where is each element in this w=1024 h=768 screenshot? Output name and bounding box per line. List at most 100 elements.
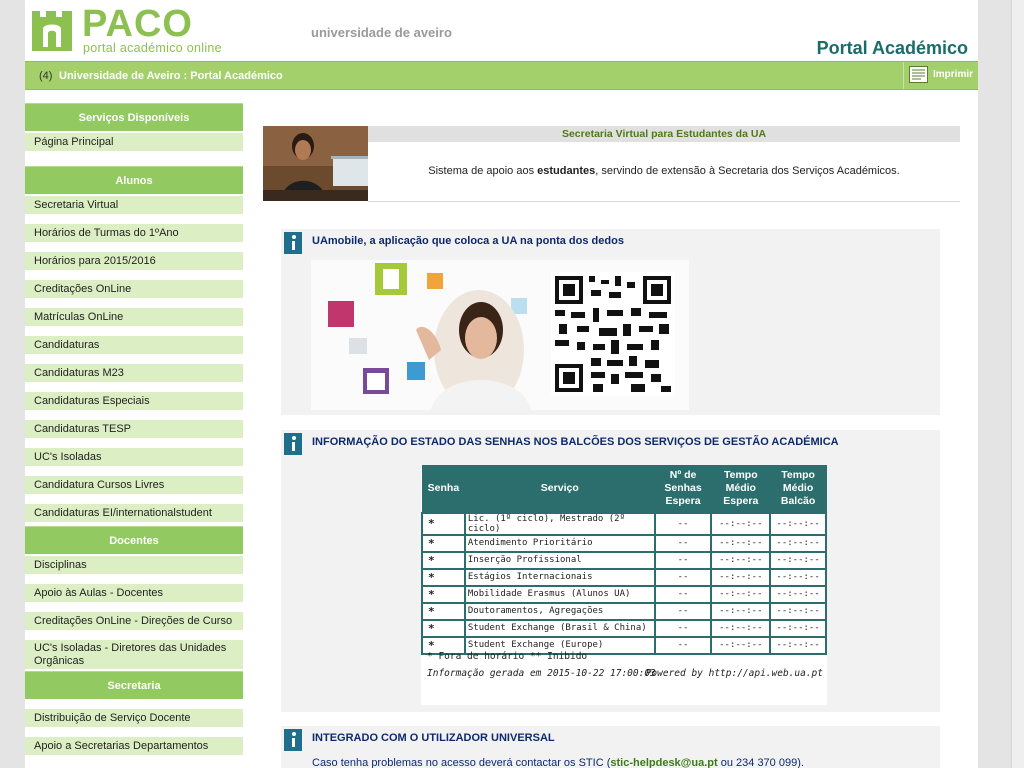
paco-logo-icon xyxy=(32,11,72,51)
uamobile-title: UAmobile, a aplicação que coloca a UA na… xyxy=(312,235,624,247)
cell-servico: Inserção Profissional xyxy=(463,550,656,570)
col-senhas-espera: Nº de Senhas Espera xyxy=(654,465,712,513)
page: PACO portal académico online universidad… xyxy=(25,0,978,768)
sv-desc-bold: estudantes xyxy=(537,165,596,177)
cell-servico: Student Exchange (Brasil & China) xyxy=(463,618,656,638)
table-row: * Student Exchange (Brasil & China) -- --:-… xyxy=(421,618,827,638)
table-row: * Inserção Profissional -- --:--:-- --:--:-- xyxy=(421,550,827,570)
cell-tempo-balcao: --:--:-- xyxy=(769,567,827,587)
printer-icon xyxy=(909,66,928,83)
senhas-panel: INFORMAÇÃO DO ESTADO DAS SENHAS NOS BALC… xyxy=(281,430,940,712)
sidebar-item-internationalstudent[interactable]: Candidaturas EI/internationalstudent xyxy=(25,504,243,523)
university-name[interactable]: universidade de aveiro xyxy=(311,25,452,40)
print-button[interactable]: Imprimir xyxy=(903,62,978,89)
col-senha: Senha xyxy=(421,465,466,513)
print-label: Imprimir xyxy=(933,69,974,80)
sidebar-item-apoio-secretarias[interactable]: Apoio a Secretarias Departamentos xyxy=(25,737,243,756)
cell-senha: * xyxy=(421,533,466,553)
secretaria-virtual-description: Sistema de apoio aos estudantes, servind… xyxy=(368,142,960,202)
sidebar-item-secretaria-virtual[interactable]: Secretaria Virtual xyxy=(25,196,243,215)
utilizador-text-end: ou 234 370 099). xyxy=(717,757,804,768)
sidebar-item-matriculas[interactable]: Matrículas OnLine xyxy=(25,308,243,327)
senhas-table-wrap: Senha Serviço Nº de Senhas Espera Tempo … xyxy=(421,465,827,705)
cell-espera: -- xyxy=(653,550,713,570)
sidebar-item-creditacoes[interactable]: Creditações OnLine xyxy=(25,280,243,299)
cell-tempo-balcao: --:--:-- xyxy=(769,550,827,570)
qr-code-icon xyxy=(551,272,675,396)
sidebar-section-docentes: Docentes xyxy=(25,526,243,554)
sidebar-item-pagina-principal[interactable]: Página Principal xyxy=(25,133,243,152)
cell-espera: -- xyxy=(653,635,713,655)
sv-desc-text: Sistema de apoio aos xyxy=(428,165,538,177)
sidebar-item-candidaturas-especiais[interactable]: Candidaturas Especiais xyxy=(25,392,243,411)
sidebar-section-servicos: Serviços Disponíveis xyxy=(25,103,243,131)
sidebar: Serviços Disponíveis Página Principal Al… xyxy=(25,103,243,765)
secretaria-virtual-box[interactable]: Secretaria Virtual para Estudantes da UA… xyxy=(263,126,960,202)
scrollbar[interactable] xyxy=(1011,0,1024,768)
cell-senha: * xyxy=(421,511,466,536)
cell-espera: -- xyxy=(653,567,713,587)
table-row: * Atendimento Prioritário -- --:--:-- --:--:… xyxy=(421,533,827,553)
sidebar-item-candidaturas-m23[interactable]: Candidaturas M23 xyxy=(25,364,243,383)
sidebar-item-cursos-livres[interactable]: Candidatura Cursos Livres xyxy=(25,476,243,495)
breadcrumb[interactable]: Universidade de Aveiro : Portal Académic… xyxy=(59,70,283,82)
sidebar-item-distribuicao[interactable]: Distribuição de Serviço Docente xyxy=(25,709,243,728)
cell-tempo-espera: --:--:-- xyxy=(710,511,772,536)
cell-tempo-balcao: --:--:-- xyxy=(769,618,827,638)
sidebar-item-apoio-aulas[interactable]: Apoio às Aulas - Docentes xyxy=(25,584,243,603)
cell-senha: * xyxy=(421,567,466,587)
uamobile-panel: UAmobile, a aplicação que coloca a UA na… xyxy=(281,229,940,415)
cell-tempo-balcao: --:--:-- xyxy=(769,584,827,604)
breadcrumb-bar: (4) Universidade de Aveiro : Portal Acad… xyxy=(25,61,978,90)
table-row: * Mobilidade Erasmus (Alunos UA) -- --:--:-… xyxy=(421,584,827,604)
sidebar-item-ucs-isoladas[interactable]: UC's Isoladas xyxy=(25,448,243,467)
secretaria-virtual-title[interactable]: Secretaria Virtual para Estudantes da UA xyxy=(368,126,960,142)
sidebar-item-horarios-1ano[interactable]: Horários de Turmas do 1ºAno xyxy=(25,224,243,243)
logo-word: PACO xyxy=(82,3,193,45)
senhas-generated: Informação gerada em 2015-10-22 17:00:03 xyxy=(427,668,656,679)
sidebar-item-candidaturas-tesp[interactable]: Candidaturas TESP xyxy=(25,420,243,439)
senhas-powered[interactable]: Powered by http://api.web.ua.pt xyxy=(646,668,823,679)
utilizador-text-start: Caso tenha problemas no acesso deverá co… xyxy=(312,757,611,768)
cell-servico: Mobilidade Erasmus (Alunos UA) xyxy=(463,584,656,604)
cell-espera: -- xyxy=(653,511,713,536)
info-icon xyxy=(284,232,302,254)
cell-tempo-balcao: --:--:-- xyxy=(769,635,827,655)
cell-tempo-espera: --:--:-- xyxy=(710,550,772,570)
table-row: * Estágios Internacionais -- --:--:-- --:--:… xyxy=(421,567,827,587)
helpdesk-email-link[interactable]: stic-helpdesk@ua.pt xyxy=(610,757,717,768)
header: PACO portal académico online universidad… xyxy=(25,0,978,61)
sidebar-item-disciplinas[interactable]: Disciplinas xyxy=(25,556,243,575)
cell-espera: -- xyxy=(653,601,713,621)
cell-senha: * xyxy=(421,584,466,604)
sidebar-item-creditacoes-direcoes[interactable]: Creditações OnLine - Direções de Curso xyxy=(25,612,243,631)
sidebar-item-ucs-diretores[interactable]: UC's Isoladas - Diretores das Unidades O… xyxy=(25,640,243,670)
cell-espera: -- xyxy=(653,533,713,553)
cell-servico: Lic. (1º ciclo), Mestrado (2º ciclo) xyxy=(463,511,656,536)
table-row: * Doutoramentos, Agregações -- --:--:-- --:-… xyxy=(421,601,827,621)
paco-logo[interactable]: PACO portal académico online xyxy=(30,3,230,57)
cell-tempo-espera: --:--:-- xyxy=(710,584,772,604)
cell-tempo-espera: --:--:-- xyxy=(710,601,772,621)
senhas-table-body: * Lic. (1º ciclo), Mestrado (2º ciclo) -- -… xyxy=(421,511,827,655)
sidebar-item-horarios-2015[interactable]: Horários para 2015/2016 xyxy=(25,252,243,271)
cell-tempo-balcao: --:--:-- xyxy=(769,601,827,621)
uamobile-banner[interactable] xyxy=(311,260,689,410)
utilizador-title: INTEGRADO COM O UTILIZADOR UNIVERSAL xyxy=(312,732,555,744)
sv-desc-text-end: , servindo de extensão à Secretaria dos … xyxy=(595,165,900,177)
cell-tempo-espera: --:--:-- xyxy=(710,635,772,655)
info-icon xyxy=(284,433,302,455)
logo-subtitle: portal académico online xyxy=(83,41,222,55)
secretaria-photo xyxy=(263,126,368,201)
sidebar-item-candidaturas[interactable]: Candidaturas xyxy=(25,336,243,355)
cell-senha: * xyxy=(421,550,466,570)
table-header-row: Senha Serviço Nº de Senhas Espera Tempo … xyxy=(421,465,827,513)
utilizador-text: Caso tenha problemas no acesso deverá co… xyxy=(312,757,804,768)
cell-servico: Atendimento Prioritário xyxy=(463,533,656,553)
info-icon xyxy=(284,729,302,751)
cell-servico: Doutoramentos, Agregações xyxy=(463,601,656,621)
col-tempo-espera: Tempo Médio Espera xyxy=(710,465,771,513)
senhas-legend: * Fora de horário ** Inibido xyxy=(427,651,588,662)
breadcrumb-count: (4) xyxy=(39,70,53,82)
cell-tempo-balcao: --:--:-- xyxy=(769,511,827,536)
